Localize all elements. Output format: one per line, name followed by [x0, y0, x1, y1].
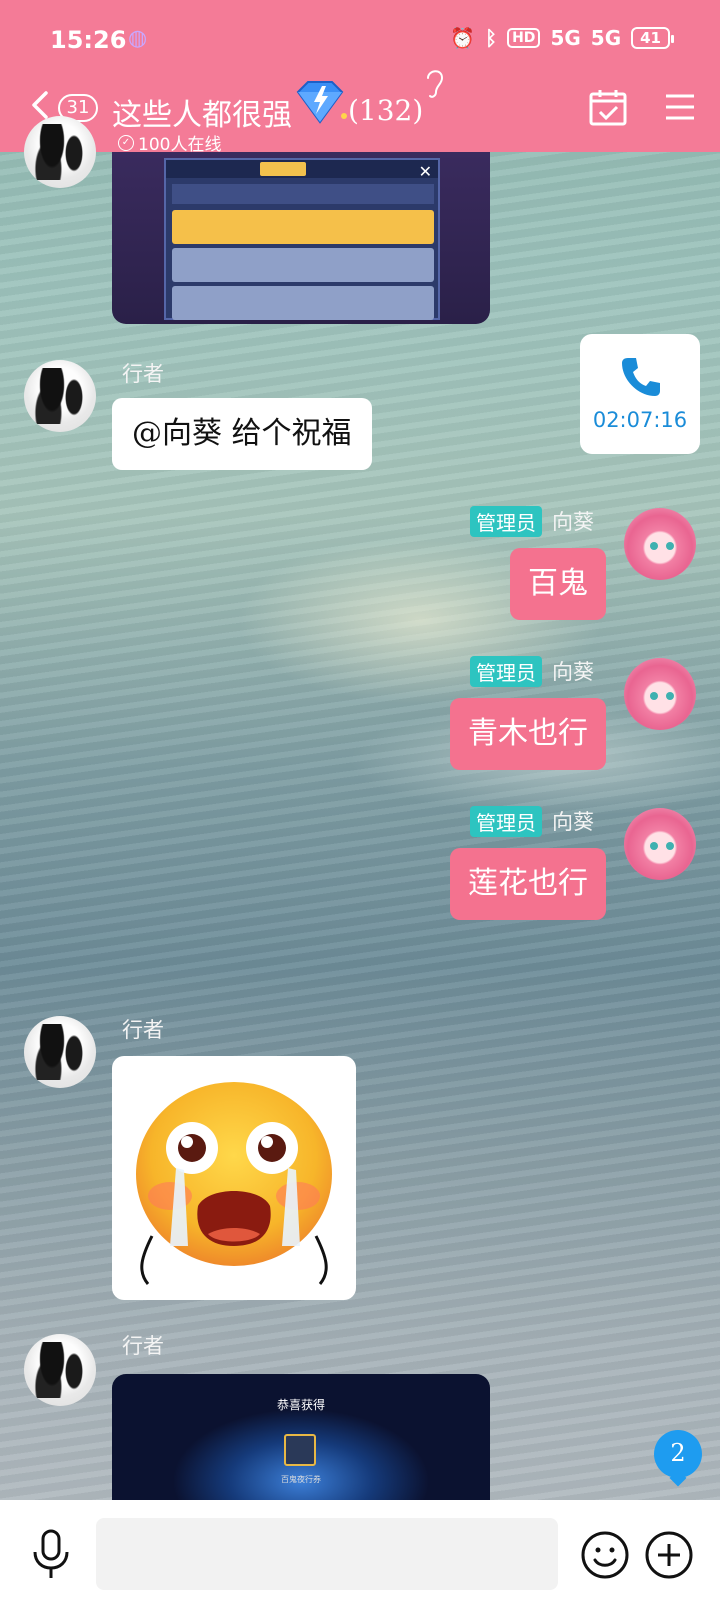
- ear-icon[interactable]: [420, 66, 448, 100]
- close-icon: ✕: [418, 162, 432, 181]
- sender-name: 向葵: [552, 510, 594, 534]
- message-bubble[interactable]: 百鬼: [510, 548, 606, 620]
- back-chevron-icon[interactable]: [30, 90, 50, 120]
- call-duration: 02:07:16: [592, 408, 688, 432]
- game-screenshot-image[interactable]: ✕: [112, 152, 490, 324]
- avatar-xingzhe[interactable]: [24, 116, 96, 188]
- reward-item-icon: [284, 1434, 316, 1466]
- admin-tag: 管理员: [470, 806, 542, 837]
- avatar-xiangkui[interactable]: [624, 658, 696, 730]
- message-input[interactable]: [96, 1518, 558, 1590]
- signal-5g-icon-2: 5G: [590, 26, 622, 50]
- bluetooth-icon: ᛒ: [485, 26, 498, 50]
- reward-item-label: 百鬼夜行券: [281, 1475, 321, 1484]
- avatar-xingzhe[interactable]: [24, 360, 96, 432]
- crying-face-icon: [136, 1082, 332, 1285]
- plus-circle-icon[interactable]: [644, 1530, 694, 1580]
- microphone-icon[interactable]: [30, 1528, 72, 1580]
- status-icons: ⏰ ᛒ HD 5G 5G 41: [450, 26, 674, 50]
- top-bar: 15:26 ◍ ⏰ ᛒ HD 5G 5G 41 31 这些人都很强 (132) …: [0, 0, 720, 155]
- sender-name: 向葵: [552, 810, 594, 834]
- crying-emoji-sticker[interactable]: [112, 1056, 356, 1300]
- assistant-icon: ◍: [128, 26, 148, 51]
- alarm-icon: ⏰: [450, 26, 476, 50]
- hd-icon: HD: [507, 28, 541, 48]
- sender-name: 行者: [122, 362, 164, 386]
- check-circle-icon: ✓: [118, 134, 134, 151]
- signal-5g-icon: 5G: [550, 26, 581, 50]
- input-bar: [0, 1500, 720, 1608]
- new-messages-badge[interactable]: 2: [654, 1430, 702, 1478]
- member-count: (132): [348, 94, 424, 127]
- sender-name: 行者: [122, 1018, 164, 1042]
- admin-tag: 管理员: [470, 506, 542, 537]
- status-time: 15:26: [50, 26, 127, 54]
- avatar-xiangkui[interactable]: [624, 808, 696, 880]
- sender-name: 向葵: [552, 660, 594, 684]
- message-bubble[interactable]: 青木也行: [450, 698, 606, 770]
- reward-title: 恭喜获得: [276, 1398, 325, 1412]
- avatar-xingzhe[interactable]: [24, 1016, 96, 1088]
- message-bubble[interactable]: 莲花也行: [450, 848, 606, 920]
- avatar-xingzhe[interactable]: [24, 1334, 96, 1406]
- sender-name: 行者: [122, 1334, 164, 1358]
- game-achievement-panel: ✕: [164, 158, 440, 320]
- game-reward-screenshot[interactable]: 恭喜获得 百鬼夜行券: [112, 1374, 490, 1500]
- diamond-vip-icon: [296, 81, 347, 124]
- admin-tag: 管理员: [470, 656, 542, 687]
- phone-icon: [622, 358, 660, 396]
- message-bubble[interactable]: @向葵 给个祝福: [112, 398, 372, 470]
- calendar-check-icon[interactable]: [588, 88, 628, 128]
- emoji-icon[interactable]: [580, 1530, 630, 1580]
- group-title[interactable]: 这些人都很强: [112, 90, 292, 134]
- menu-icon[interactable]: [664, 92, 696, 122]
- battery-icon: 41: [631, 27, 674, 49]
- voice-call-card[interactable]: 02:07:16: [580, 334, 700, 454]
- avatar-xiangkui[interactable]: [624, 508, 696, 580]
